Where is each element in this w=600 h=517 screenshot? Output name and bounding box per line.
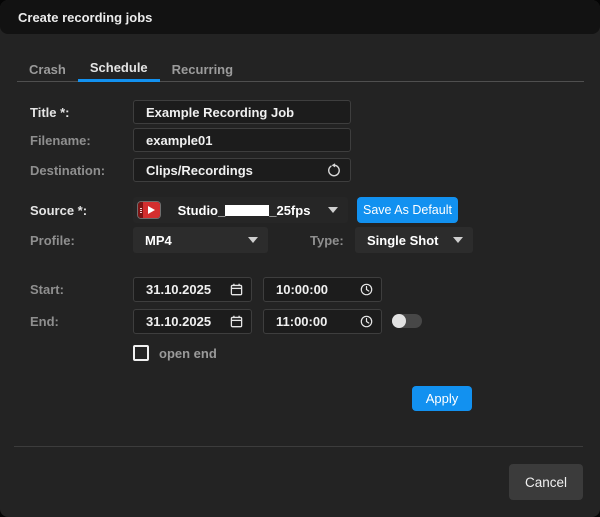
- end-date-input[interactable]: 31.10.2025: [133, 309, 252, 334]
- tab-crash[interactable]: Crash: [17, 56, 78, 82]
- profile-dropdown[interactable]: MP4: [133, 227, 268, 253]
- type-dropdown[interactable]: Single Shot: [355, 227, 473, 253]
- destination-label: Destination:: [30, 163, 106, 178]
- play-icon: [148, 206, 155, 214]
- type-label: Type:: [310, 233, 344, 248]
- start-date-input[interactable]: 31.10.2025: [133, 277, 252, 302]
- tab-recurring[interactable]: Recurring: [160, 56, 245, 82]
- profile-value: MP4: [145, 232, 172, 248]
- toggle-knob: [392, 314, 406, 328]
- calendar-icon[interactable]: [230, 315, 251, 328]
- start-label: Start:: [30, 282, 64, 297]
- type-value: Single Shot: [367, 232, 439, 248]
- start-date-value: 31.10.2025: [146, 282, 212, 297]
- footer-divider: [14, 446, 583, 447]
- clock-icon[interactable]: [360, 315, 381, 328]
- chevron-down-icon: [453, 237, 463, 243]
- video-source-icon: [138, 202, 160, 218]
- tab-schedule[interactable]: Schedule: [77, 56, 160, 82]
- apply-button[interactable]: Apply: [412, 386, 472, 411]
- save-as-default-button[interactable]: Save As Default: [357, 197, 458, 223]
- chevron-down-icon: [328, 207, 338, 213]
- redacted-text: [225, 204, 270, 216]
- tab-schedule-label: Schedule: [89, 60, 148, 75]
- title-input[interactable]: [133, 100, 351, 124]
- history-icon[interactable]: [327, 162, 350, 178]
- chevron-down-icon: [248, 237, 258, 243]
- filename-label: Filename:: [30, 133, 91, 148]
- dialog-title: Create recording jobs: [18, 9, 153, 25]
- end-toggle[interactable]: [392, 314, 422, 328]
- create-recording-jobs-dialog: Create recording jobs Crash Schedule Rec…: [0, 0, 600, 517]
- open-end-checkbox[interactable]: [133, 345, 149, 361]
- destination-value: Clips/Recordings: [146, 162, 253, 178]
- source-value: Studio_ _25fps: [177, 202, 311, 218]
- source-label: Source *:: [30, 203, 88, 218]
- end-time-input[interactable]: 11:00:00: [263, 309, 382, 334]
- dialog-titlebar: Create recording jobs: [0, 0, 600, 34]
- end-time-value: 11:00:00: [276, 314, 328, 329]
- source-dropdown[interactable]: Studio_ _25fps: [133, 197, 348, 223]
- open-end-label: open end: [159, 346, 217, 361]
- destination-input[interactable]: Clips/Recordings: [133, 158, 351, 182]
- tab-crash-label: Crash: [29, 61, 66, 77]
- profile-label: Profile:: [30, 233, 75, 248]
- end-label: End:: [30, 314, 59, 329]
- tab-recurring-label: Recurring: [171, 61, 234, 77]
- calendar-icon[interactable]: [230, 283, 251, 296]
- filename-input[interactable]: [133, 128, 351, 152]
- clock-icon[interactable]: [360, 283, 381, 296]
- start-time-input[interactable]: 10:00:00: [263, 277, 382, 302]
- title-label: Title *:: [30, 105, 70, 120]
- start-time-value: 10:00:00: [276, 282, 329, 297]
- tab-bar: Crash Schedule Recurring: [17, 56, 584, 82]
- cancel-button[interactable]: Cancel: [509, 464, 583, 500]
- end-date-value: 31.10.2025: [146, 314, 212, 329]
